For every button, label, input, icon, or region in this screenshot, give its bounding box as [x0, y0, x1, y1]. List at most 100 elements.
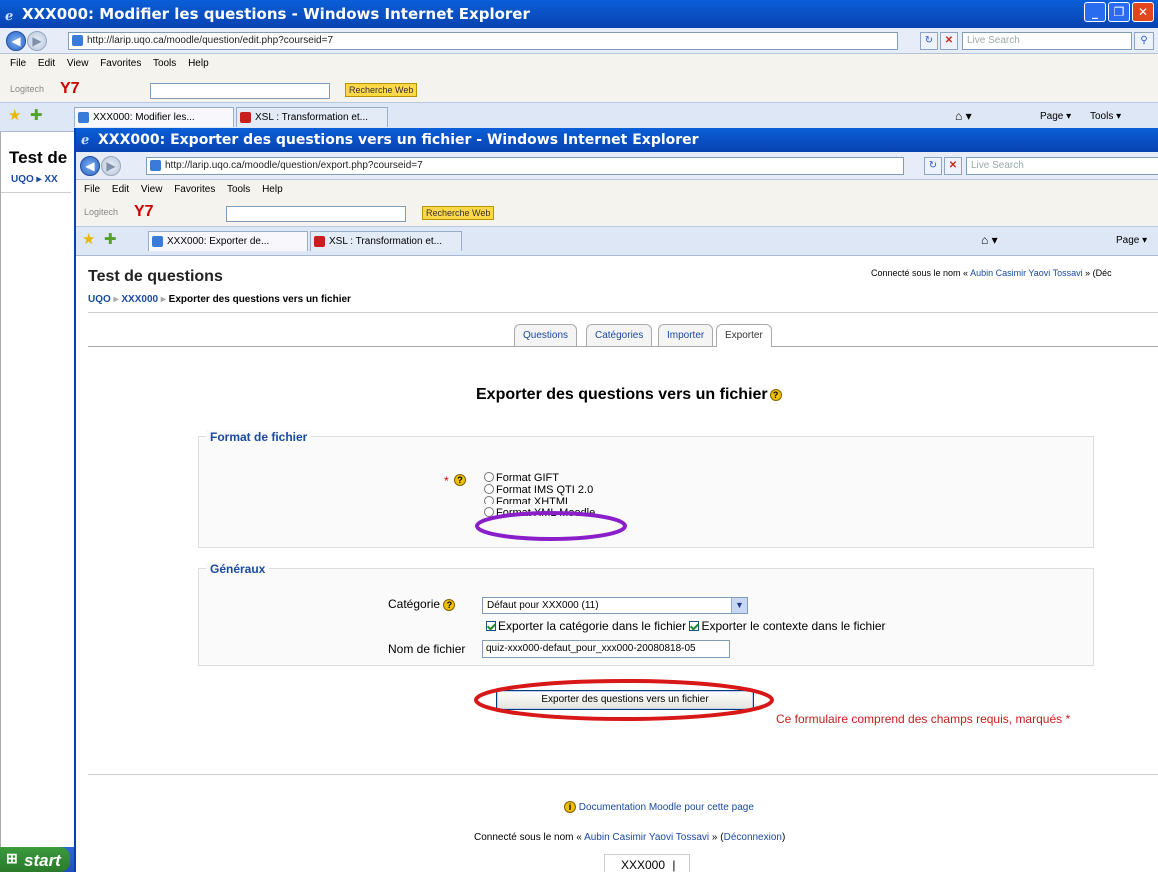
- yahoo-icon[interactable]: Y7: [60, 80, 80, 98]
- favorites-star-icon[interactable]: ★: [8, 106, 21, 124]
- inner-web-search-button[interactable]: Recherche Web: [422, 206, 495, 220]
- close-button[interactable]: ✕: [1132, 2, 1154, 22]
- menu-view[interactable]: View: [67, 58, 89, 69]
- category-help-icon[interactable]: ?: [443, 599, 456, 611]
- logout-link[interactable]: Déconnexion: [724, 832, 782, 843]
- add-favorite-icon[interactable]: ✚: [30, 106, 43, 124]
- login-info: Connecté sous le nom « Aubin Casimir Yao…: [871, 268, 1112, 278]
- category-select[interactable]: Défaut pour XXX000 (11) ▼: [482, 597, 748, 614]
- inner-favorites-star-icon[interactable]: ★: [82, 230, 95, 248]
- tabs-baseline: [88, 346, 1158, 347]
- inner-refresh-icon[interactable]: ↻: [924, 157, 942, 175]
- inner-tab-2[interactable]: XSL : Transformation et...: [310, 231, 462, 251]
- outer-tools-menu[interactable]: Tools ▾: [1090, 111, 1121, 122]
- inner-live-search-input[interactable]: Live Search: [966, 157, 1158, 175]
- tab-questions[interactable]: Questions: [514, 324, 578, 346]
- tab-import[interactable]: Importer: [658, 324, 714, 346]
- breadcrumb-separator: ▸: [160, 294, 166, 305]
- filename-label: Nom de fichier: [388, 642, 466, 656]
- radio-xhtml[interactable]: [484, 496, 494, 504]
- menu-help[interactable]: Help: [188, 58, 209, 69]
- inner-toolbar-search-input[interactable]: [226, 206, 406, 222]
- back-button[interactable]: ◀: [6, 31, 26, 51]
- radio-gift[interactable]: [484, 472, 494, 482]
- footer-user-link[interactable]: Aubin Casimir Yaovi Tossavi: [584, 832, 709, 843]
- radio-qti[interactable]: [484, 484, 494, 494]
- breadcrumb-course[interactable]: XXX000: [121, 294, 158, 305]
- inner-tab-1[interactable]: XXX000: Exporter de...: [148, 231, 308, 251]
- info-icon: i: [564, 801, 576, 813]
- purple-highlight-annotation: [475, 511, 627, 541]
- inner-page-menu[interactable]: Page ▾: [1116, 235, 1147, 246]
- logitech-label[interactable]: Logitech: [10, 84, 44, 94]
- inner-back-button[interactable]: ◀: [80, 156, 100, 176]
- export-context-checkbox[interactable]: [689, 621, 700, 631]
- format-option-gift[interactable]: Format GIFT: [484, 472, 595, 484]
- inner-title-bar[interactable]: ℯ XXX000: Exporter des questions vers un…: [76, 128, 1158, 152]
- inner-menu-favorites[interactable]: Favorites: [174, 184, 215, 195]
- outer-page-menu[interactable]: Page ▾: [1040, 111, 1071, 122]
- moodle-page: Test de questions Connecté sous le nom «…: [76, 256, 1158, 872]
- menu-tools[interactable]: Tools: [153, 58, 176, 69]
- inner-menu-view[interactable]: View: [141, 184, 163, 195]
- inner-logitech-label[interactable]: Logitech: [84, 207, 118, 217]
- outer-address-bar[interactable]: http://larip.uqo.ca/moodle/question/edit…: [68, 32, 898, 50]
- minimize-button[interactable]: _: [1084, 2, 1106, 22]
- tab-categories[interactable]: Catégories: [586, 324, 653, 346]
- windows-logo-icon: ⊞: [6, 850, 18, 866]
- export-category-checkbox[interactable]: [486, 621, 496, 631]
- inner-xsl-tab-icon: [314, 236, 325, 247]
- refresh-icon[interactable]: ↻: [920, 32, 938, 50]
- filename-input[interactable]: quiz-xxx000-defaut_pour_xxx000-20080818-…: [482, 640, 730, 658]
- outer-tab-1[interactable]: XXX000: Modifier les...: [74, 107, 234, 127]
- outer-page-title: Test de: [9, 148, 68, 167]
- outer-web-search-button[interactable]: Recherche Web: [345, 83, 418, 97]
- start-button[interactable]: ⊞ start: [0, 847, 70, 872]
- outer-title-bar[interactable]: ℯ XXX000: Modifier les questions - Windo…: [0, 0, 1158, 28]
- forward-button[interactable]: ▶: [27, 31, 47, 51]
- user-link[interactable]: Aubin Casimir Yaovi Tossavi: [970, 268, 1083, 278]
- inner-ie-tab-icon: [152, 236, 163, 247]
- menu-file[interactable]: File: [10, 58, 26, 69]
- tab-export[interactable]: Exporter: [716, 324, 772, 347]
- inner-menu-edit[interactable]: Edit: [112, 184, 129, 195]
- outer-live-search-input[interactable]: Live Search: [962, 32, 1132, 50]
- ie-logo-icon: ℯ: [5, 9, 14, 24]
- site-title: Test de questions: [88, 268, 223, 285]
- menu-edit[interactable]: Edit: [38, 58, 55, 69]
- inner-yahoo-icon[interactable]: Y7: [134, 203, 154, 221]
- inner-menu-tools[interactable]: Tools: [227, 184, 250, 195]
- help-icon[interactable]: ?: [769, 389, 782, 401]
- inner-menu-bar: File Edit View Favorites Tools Help: [76, 180, 1158, 202]
- inner-menu-help[interactable]: Help: [262, 184, 283, 195]
- outer-tab-2[interactable]: XSL : Transformation et...: [236, 107, 388, 127]
- format-option-xhtml[interactable]: Format XHTML: [484, 496, 595, 504]
- breadcrumb-current: Exporter des questions vers un fichier: [168, 294, 351, 305]
- format-option-qti[interactable]: Format IMS QTI 2.0: [484, 484, 595, 496]
- inner-menu-file[interactable]: File: [84, 184, 100, 195]
- footer-login-info: Connecté sous le nom « Aubin Casimir Yao…: [474, 832, 786, 843]
- inner-home-icon[interactable]: ⌂ ▾: [981, 233, 998, 247]
- breadcrumb-home[interactable]: UQO: [88, 294, 111, 305]
- course-short-box[interactable]: XXX000 |: [604, 854, 690, 872]
- outer-breadcrumb[interactable]: UQO ▸ XX: [11, 174, 58, 185]
- inner-add-favorite-icon[interactable]: ✚: [104, 230, 117, 248]
- format-help-icon[interactable]: ?: [454, 474, 466, 486]
- inner-forward-button[interactable]: ▶: [101, 156, 121, 176]
- inner-stop-icon[interactable]: ✕: [944, 157, 962, 175]
- search-icon[interactable]: ⚲: [1134, 32, 1154, 50]
- home-icon[interactable]: ⌂ ▾: [955, 109, 972, 123]
- menu-favorites[interactable]: Favorites: [100, 58, 141, 69]
- inner-ie-logo-icon: ℯ: [81, 133, 90, 148]
- breadcrumb-separator: ▸: [113, 294, 119, 305]
- inner-address-bar[interactable]: http://larip.uqo.ca/moodle/question/expo…: [146, 157, 904, 175]
- outer-toolbar-search-input[interactable]: [150, 83, 330, 99]
- doc-link[interactable]: i Documentation Moodle pour cette page: [564, 801, 754, 813]
- inner-window: ℯ XXX000: Exporter des questions vers un…: [74, 128, 1158, 872]
- stop-icon[interactable]: ✕: [940, 32, 958, 50]
- outer-toolbar: Logitech Y7 Recherche Web: [0, 80, 1158, 102]
- inner-tab-bar: ★ ✚ XXX000: Exporter de... XSL : Transfo…: [76, 226, 1158, 256]
- chevron-down-icon[interactable]: ▼: [731, 598, 747, 613]
- outer-address-row: ◀ ▶ http://larip.uqo.ca/moodle/question/…: [0, 28, 1158, 54]
- maximize-button[interactable]: ❐: [1108, 2, 1130, 22]
